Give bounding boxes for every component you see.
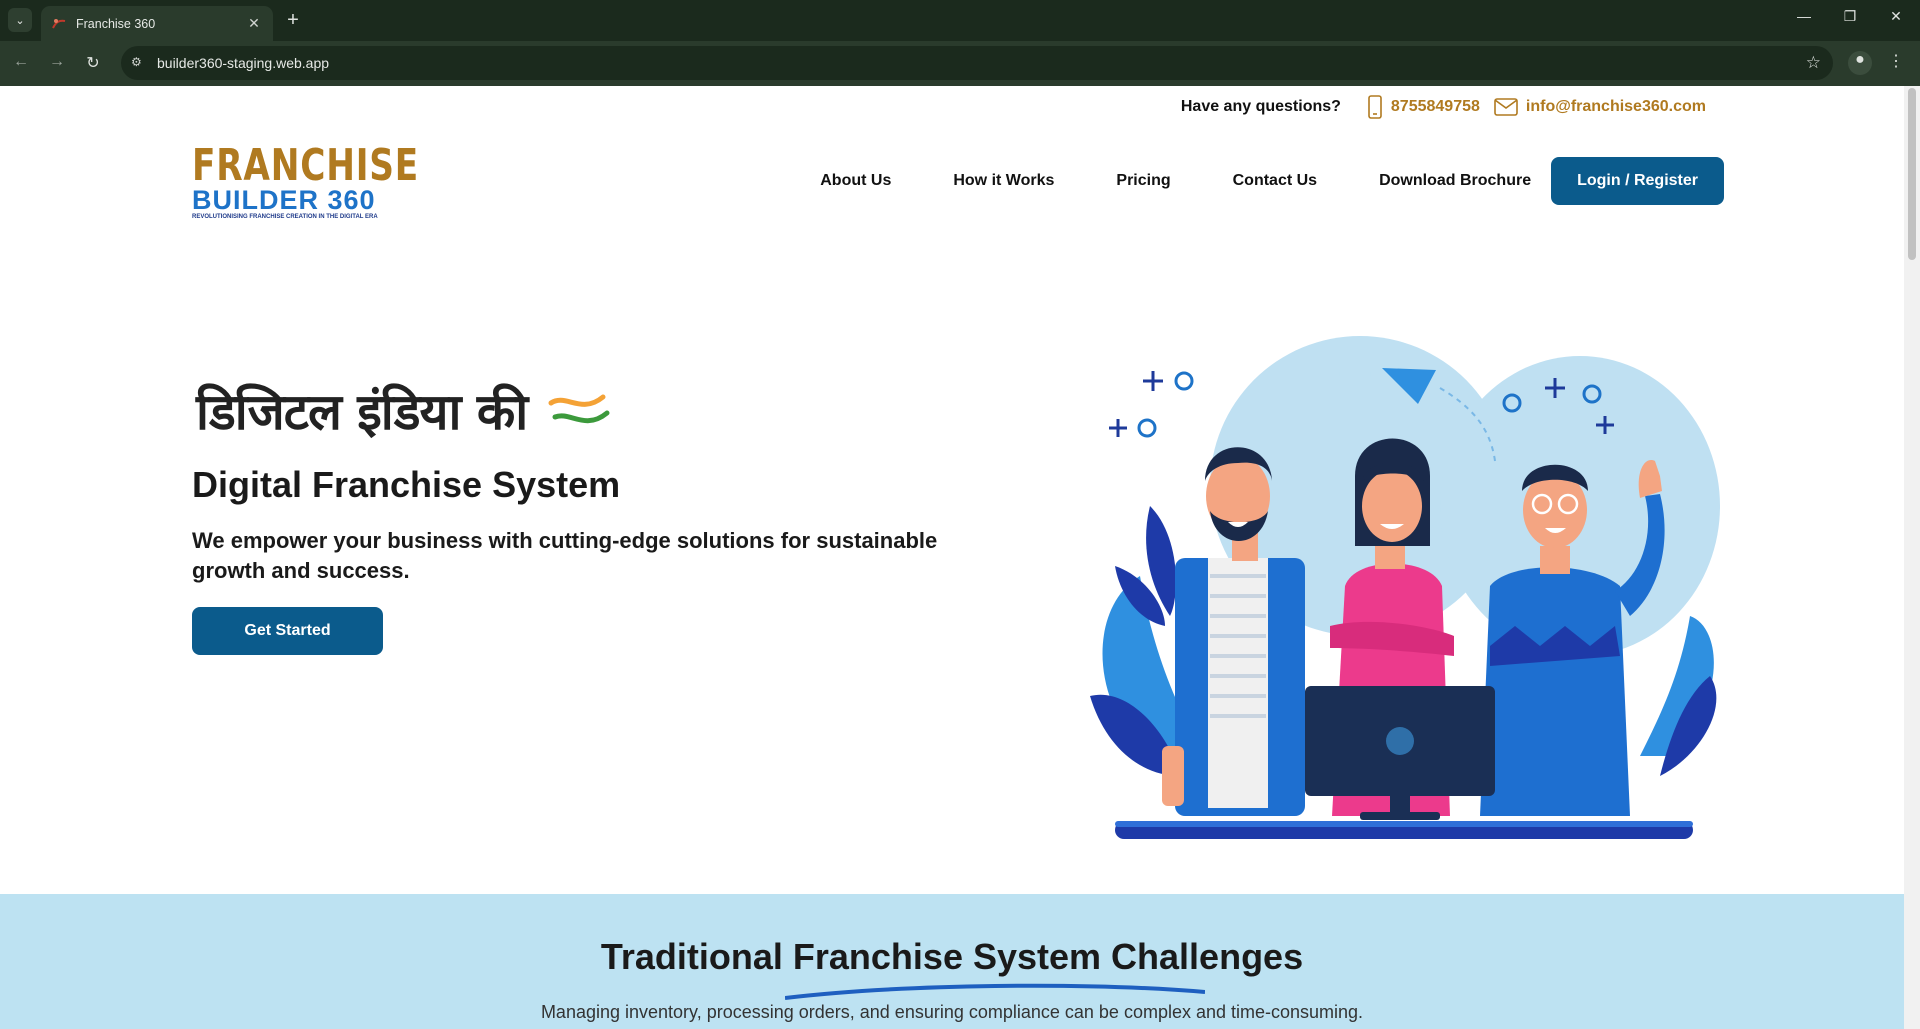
reload-icon[interactable]: ↻	[82, 53, 104, 73]
url-text[interactable]: builder360-staging.web.app	[157, 55, 329, 71]
site-info-icon[interactable]: ⚙	[131, 55, 147, 71]
nav-contact-us[interactable]: Contact Us	[1233, 172, 1317, 190]
title-underline-swoosh	[785, 983, 1205, 1000]
menu-kebab-icon[interactable]: ⋮	[1884, 51, 1908, 75]
forward-icon[interactable]: →	[46, 53, 68, 71]
hindi-title: डिजिटल इंडिया की	[196, 382, 528, 441]
scrollbar-thumb[interactable]	[1908, 88, 1916, 260]
email-link[interactable]: info@franchise360.com	[1494, 98, 1706, 116]
tab-search-button[interactable]: ⌄	[8, 8, 32, 32]
questions-label: Have any questions?	[1180, 98, 1341, 115]
nav-how-it-works[interactable]: How it Works	[953, 172, 1054, 190]
logo-line-1: FRANCHISE	[192, 140, 420, 191]
india-flag-wave-icon	[548, 394, 610, 424]
browser-toolbar: ← → ↻ ⚙ builder360-staging.web.app ☆ ● ⋮	[0, 41, 1920, 86]
address-bar[interactable]: ⚙ builder360-staging.web.app ☆	[121, 46, 1833, 80]
browser-tab[interactable]: Franchise 360 ✕	[41, 6, 273, 41]
site-favicon-icon	[52, 18, 66, 28]
page-scrollbar[interactable]	[1904, 86, 1920, 1029]
logo-tagline: REVOLUTIONISING FRANCHISE CREATION IN TH…	[192, 214, 378, 220]
hero-subtitle: We empower your business with cutting-ed…	[192, 528, 938, 583]
hero-title: Digital Franchise System	[192, 464, 621, 505]
restore-icon[interactable]: ❐	[1838, 8, 1862, 25]
email-address[interactable]: info@franchise360.com	[1526, 98, 1706, 116]
close-window-icon[interactable]: ✕	[1884, 8, 1908, 25]
phone-number[interactable]: 8755849758	[1391, 98, 1480, 116]
nav-about-us[interactable]: About Us	[820, 172, 891, 190]
close-tab-icon[interactable]: ✕	[245, 15, 263, 32]
contact-topbar: Have any questions? 8755849758 info@fran…	[1180, 95, 1720, 119]
back-icon[interactable]: ←	[10, 53, 32, 71]
challenges-title: Traditional Franchise System Challenges	[600, 936, 1304, 977]
phone-icon	[1368, 95, 1382, 119]
phone-link[interactable]: 8755849758	[1367, 95, 1480, 119]
brand-logo[interactable]: FRANCHISE BUILDER 360 REVOLUTIONISING FR…	[192, 140, 420, 226]
browser-tab-strip: ⌄ Franchise 360 ✕ + — ❐ ✕	[0, 0, 1920, 41]
minimize-icon[interactable]: —	[1792, 8, 1816, 24]
get-started-button[interactable]: Get Started	[192, 607, 383, 655]
challenges-section: Traditional Franchise System Challenges …	[0, 894, 1904, 1029]
page-viewport: Have any questions? 8755849758 info@fran…	[0, 86, 1920, 1029]
hindi-heading-row: डिजिटल इंडिया की	[196, 376, 621, 444]
mail-icon	[1494, 98, 1518, 116]
nav-pricing[interactable]: Pricing	[1116, 172, 1170, 190]
login-register-button[interactable]: Login / Register	[1551, 157, 1724, 205]
main-nav: About Us How it Works Pricing Contact Us…	[820, 157, 1724, 205]
tab-title: Franchise 360	[76, 16, 156, 31]
challenges-text: Managing inventory, processing orders, a…	[540, 1002, 1364, 1022]
bookmark-star-icon[interactable]: ☆	[1806, 53, 1821, 73]
team-illustration	[1090, 336, 1720, 839]
nav-download-brochure[interactable]: Download Brochure	[1379, 172, 1531, 190]
new-tab-icon[interactable]: +	[282, 9, 304, 31]
profile-icon[interactable]: ●	[1848, 51, 1872, 75]
